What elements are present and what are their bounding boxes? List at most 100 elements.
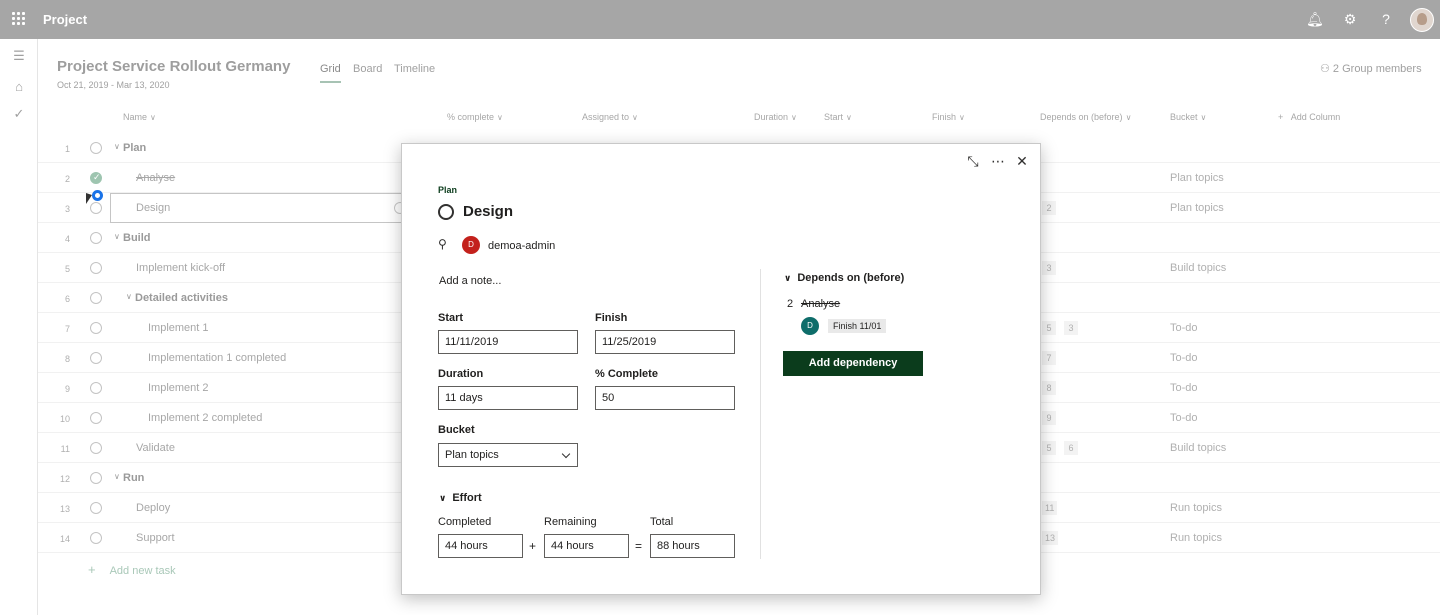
col-name[interactable]: Name ∨	[123, 112, 156, 122]
task-complete-checkbox[interactable]	[90, 322, 102, 334]
dependency-badge[interactable]: 3	[1042, 261, 1056, 275]
chevron-down-icon[interactable]: ∨	[114, 232, 120, 241]
bucket-cell[interactable]: To-do	[1170, 412, 1198, 424]
close-icon[interactable]: ✕	[1014, 153, 1030, 169]
task-name[interactable]: Build	[123, 232, 151, 244]
assign-person-icon[interactable]: ⚲	[438, 237, 447, 251]
task-complete-checkbox[interactable]	[90, 172, 102, 184]
task-name[interactable]: Implement 1	[148, 322, 209, 334]
col-depends[interactable]: Depends on (before) ∨	[1040, 112, 1131, 122]
task-complete-checkbox[interactable]	[438, 204, 454, 220]
chevron-down-icon[interactable]: ∨	[126, 292, 132, 301]
task-name[interactable]: Implementation 1 completed	[148, 352, 286, 364]
completed-hours-field[interactable]: 44 hours	[438, 534, 523, 558]
add-new-task-button[interactable]: + Add new task	[88, 562, 176, 577]
col-finish[interactable]: Finish ∨	[932, 112, 965, 122]
add-column-button[interactable]: + Add Column	[1278, 112, 1340, 122]
dependency-badge[interactable]: 8	[1042, 381, 1056, 395]
task-complete-checkbox[interactable]	[90, 442, 102, 454]
chevron-down-icon[interactable]: ∨	[114, 142, 120, 151]
dependency-badge[interactable]: 3	[1064, 321, 1078, 335]
col-assigned[interactable]: Assigned to ∨	[582, 112, 638, 122]
depends-toggle[interactable]: ∨ Depends on (before)	[784, 272, 904, 284]
task-name[interactable]: Validate	[136, 442, 175, 454]
task-complete-checkbox[interactable]	[90, 352, 102, 364]
task-breadcrumb[interactable]: Plan	[438, 185, 457, 195]
bucket-cell[interactable]: To-do	[1170, 352, 1198, 364]
task-name[interactable]: Deploy	[136, 502, 170, 514]
bucket-select[interactable]: Plan topics	[438, 443, 578, 467]
home-icon[interactable]: ⌂	[11, 79, 27, 95]
finish-date-field[interactable]: 11/25/2019	[595, 330, 735, 354]
task-name[interactable]: Run	[123, 472, 144, 484]
dependency-badge[interactable]: 5	[1042, 441, 1056, 455]
task-complete-checkbox[interactable]	[90, 292, 102, 304]
plus-icon: +	[1278, 112, 1286, 122]
add-dependency-button[interactable]: Add dependency	[783, 351, 923, 376]
app-launcher-icon[interactable]	[12, 12, 26, 26]
dependency-badge[interactable]: 11	[1042, 501, 1058, 515]
active-tab-indicator	[320, 81, 341, 83]
task-complete-checkbox[interactable]	[90, 232, 102, 244]
bucket-cell[interactable]: Build topics	[1170, 442, 1226, 454]
dependency-badge[interactable]: 13	[1042, 531, 1059, 545]
bucket-cell[interactable]: Run topics	[1170, 532, 1222, 544]
percent-complete-field[interactable]: 50	[595, 386, 735, 410]
hamburger-icon[interactable]: ☰	[11, 48, 27, 64]
task-name[interactable]: Detailed activities	[135, 292, 228, 304]
remaining-hours-field[interactable]: 44 hours	[544, 534, 629, 558]
more-options-icon[interactable]: ⋯	[990, 153, 1006, 169]
dependency-name[interactable]: Analyse	[801, 298, 840, 310]
chevron-down-icon: ∨	[846, 113, 852, 122]
chevron-down-icon[interactable]: ∨	[114, 472, 120, 481]
tab-grid[interactable]: Grid	[320, 63, 341, 75]
add-note-field[interactable]: Add a note...	[439, 275, 501, 287]
assignee-name[interactable]: demoa-admin	[488, 240, 555, 252]
duration-field[interactable]: 11 days	[438, 386, 578, 410]
dependency-badge[interactable]: 9	[1042, 411, 1056, 425]
collapse-icon[interactable]: ⤡	[965, 153, 981, 169]
col-complete[interactable]: % complete ∨	[447, 112, 503, 122]
task-name[interactable]: Implement 2	[148, 382, 209, 394]
check-icon[interactable]: ✓	[11, 106, 27, 122]
bucket-cell[interactable]: To-do	[1170, 382, 1198, 394]
effort-toggle[interactable]: ∨ Effort	[439, 492, 482, 504]
task-complete-checkbox[interactable]	[90, 472, 102, 484]
task-name[interactable]: Implement 2 completed	[148, 412, 262, 424]
task-complete-checkbox[interactable]	[90, 532, 102, 544]
bucket-cell[interactable]: Plan topics	[1170, 172, 1224, 184]
task-complete-checkbox[interactable]	[90, 502, 102, 514]
col-start[interactable]: Start ∨	[824, 112, 852, 122]
task-complete-checkbox[interactable]	[90, 262, 102, 274]
user-avatar[interactable]	[1410, 8, 1434, 32]
task-title[interactable]: Design	[463, 203, 513, 220]
row-number: 1	[64, 144, 70, 154]
bucket-cell[interactable]: Plan topics	[1170, 202, 1224, 214]
task-complete-checkbox[interactable]	[90, 412, 102, 424]
bell-icon[interactable]: 🔔︎	[1306, 11, 1324, 27]
tab-timeline[interactable]: Timeline	[394, 63, 435, 75]
col-bucket[interactable]: Bucket ∨	[1170, 112, 1206, 122]
task-name[interactable]: Implement kick-off	[136, 262, 225, 274]
bucket-cell[interactable]: To-do	[1170, 322, 1198, 334]
dependency-badge[interactable]: 5	[1042, 321, 1056, 335]
task-complete-checkbox[interactable]	[90, 382, 102, 394]
task-complete-checkbox[interactable]	[90, 142, 102, 154]
bucket-cell[interactable]: Build topics	[1170, 262, 1226, 274]
bucket-cell[interactable]: Run topics	[1170, 502, 1222, 514]
dependency-badge[interactable]: 2	[1042, 201, 1056, 215]
dependency-badge[interactable]: 6	[1064, 441, 1078, 455]
tab-board[interactable]: Board	[353, 63, 382, 75]
selected-name-cell[interactable]	[110, 193, 406, 223]
task-name[interactable]: Support	[136, 532, 175, 544]
help-icon[interactable]: ?	[1378, 11, 1394, 27]
gear-icon[interactable]: ⚙	[1342, 11, 1358, 27]
col-duration[interactable]: Duration ∨	[754, 112, 797, 122]
dependency-badge[interactable]: 7	[1042, 351, 1056, 365]
group-members-button[interactable]: ⚇ 2 Group members	[1320, 62, 1422, 75]
start-date-field[interactable]: 11/11/2019	[438, 330, 578, 354]
task-name[interactable]: Analyse	[136, 172, 175, 184]
app-title[interactable]: Project	[43, 12, 87, 27]
total-hours-field[interactable]: 88 hours	[650, 534, 735, 558]
task-name[interactable]: Plan	[123, 142, 146, 154]
